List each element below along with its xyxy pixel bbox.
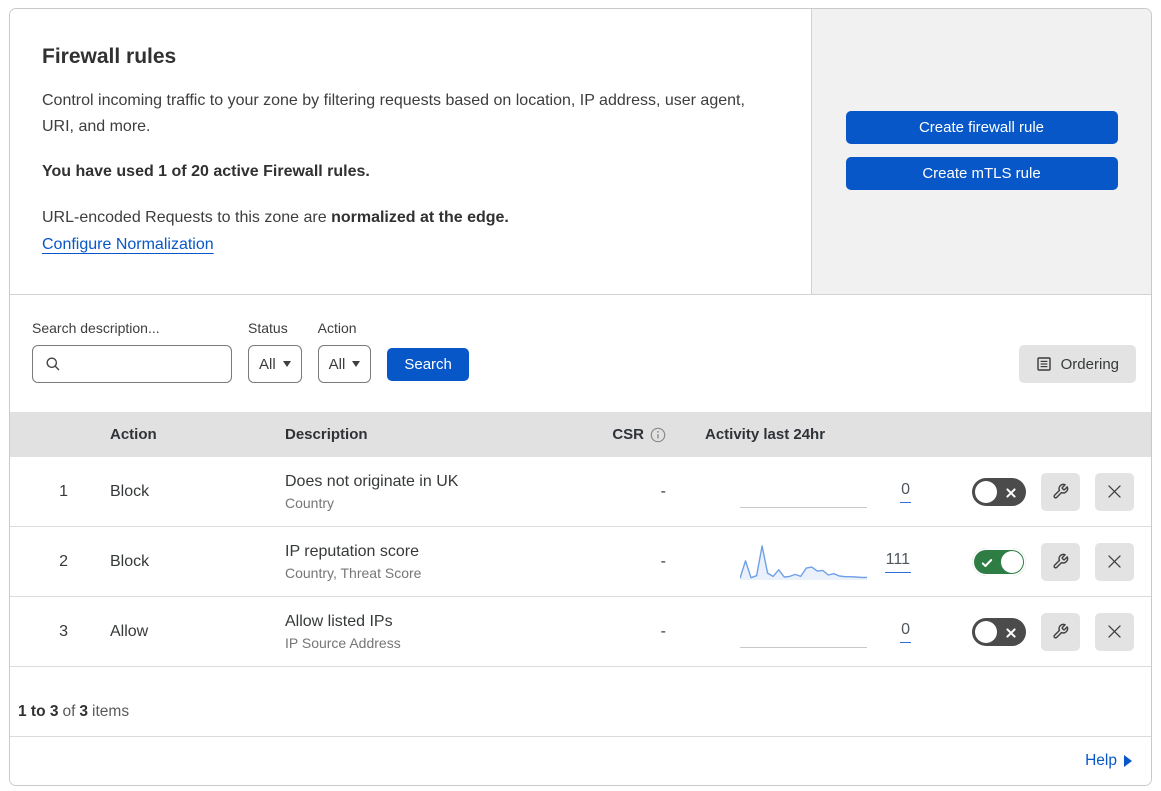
edit-rule-button[interactable] xyxy=(1041,542,1080,581)
activity-sparkline-empty xyxy=(740,472,867,512)
status-dropdown[interactable]: All xyxy=(248,345,302,383)
activity-count-link[interactable]: 0 xyxy=(900,481,911,503)
column-header-activity: Activity last 24hr xyxy=(705,426,826,443)
rule-fields: IP Source Address xyxy=(285,634,401,651)
cross-icon xyxy=(1005,486,1017,504)
toggle-knob xyxy=(1001,550,1023,573)
chevron-down-icon xyxy=(282,361,291,367)
delete-rule-button[interactable] xyxy=(1095,472,1134,511)
activity-count-link[interactable]: 0 xyxy=(900,621,911,643)
toggle-knob xyxy=(975,480,997,503)
column-header-description: Description xyxy=(285,426,368,443)
rule-csr-value: - xyxy=(660,552,666,570)
normalization-bold: normalized at the edge. xyxy=(331,209,509,226)
action-dropdown[interactable]: All xyxy=(317,345,372,383)
column-header-csr: CSR xyxy=(585,426,670,443)
status-filter-group: Status All xyxy=(248,320,302,383)
close-icon xyxy=(1105,552,1124,571)
help-bar: Help xyxy=(10,737,1151,785)
rule-enabled-toggle[interactable] xyxy=(972,477,1026,506)
actions-panel: Create firewall rule Create mTLS rule xyxy=(811,9,1151,294)
activity-sparkline-empty xyxy=(740,612,867,652)
table-row: 2 Block IP reputation score Country, Thr… xyxy=(10,527,1151,597)
rule-enabled-toggle[interactable] xyxy=(972,547,1026,576)
rule-description: Does not originate in UK xyxy=(285,472,459,490)
edit-rule-button[interactable] xyxy=(1041,472,1080,511)
firewall-rules-panel: Firewall rules Control incoming traffic … xyxy=(9,8,1152,786)
wrench-icon xyxy=(1052,623,1069,640)
toggle-knob xyxy=(975,620,997,643)
search-icon xyxy=(45,356,61,372)
cross-icon xyxy=(1005,626,1017,644)
usage-note: You have used 1 of 20 active Firewall ru… xyxy=(42,163,370,180)
help-link-label: Help xyxy=(1085,752,1117,769)
rule-priority: 1 xyxy=(59,482,68,500)
rule-priority: 3 xyxy=(59,622,68,640)
rule-csr-value: - xyxy=(660,482,666,500)
page-title: Firewall rules xyxy=(42,45,177,68)
normalization-note: URL-encoded Requests to this zone are no… xyxy=(42,209,771,227)
info-icon xyxy=(650,427,666,443)
rule-csr-value: - xyxy=(660,622,666,640)
search-button[interactable]: Search xyxy=(387,348,469,381)
status-label: Status xyxy=(248,320,288,336)
rule-action: Allow xyxy=(110,622,149,640)
help-arrow-icon xyxy=(1124,755,1132,767)
search-input[interactable] xyxy=(69,355,221,373)
rule-description: IP reputation score xyxy=(285,542,420,560)
wrench-icon xyxy=(1052,553,1069,570)
activity-count-link[interactable]: 111 xyxy=(884,551,911,573)
create-firewall-rule-button[interactable]: Create firewall rule xyxy=(845,111,1118,144)
column-header-action: Action xyxy=(110,426,157,443)
configure-normalization-link[interactable]: Configure Normalization xyxy=(42,236,214,254)
action-filter-group: Action All xyxy=(317,320,372,383)
page-description: Control incoming traffic to your zone by… xyxy=(42,92,745,135)
action-label: Action xyxy=(317,320,357,336)
rule-action: Block xyxy=(110,482,150,500)
rule-fields: Country, Threat Score xyxy=(285,564,422,581)
delete-rule-button[interactable] xyxy=(1095,542,1134,581)
rule-description: Allow listed IPs xyxy=(285,612,393,630)
rule-enabled-toggle[interactable] xyxy=(972,617,1026,646)
status-dropdown-value: All xyxy=(259,355,276,373)
filter-bar: Search description... Status All Action … xyxy=(10,295,1151,412)
item-range: 1 to 3 xyxy=(18,703,59,720)
ordering-list-icon xyxy=(1036,356,1052,372)
rule-priority: 2 xyxy=(59,552,68,570)
table-row: 3 Allow Allow listed IPs IP Source Addre… xyxy=(10,597,1151,667)
pagination-summary: 1 to 3 of 3 items xyxy=(10,667,1151,737)
intro-section: Firewall rules Control incoming traffic … xyxy=(10,9,1151,295)
table-row: 1 Block Does not originate in UK Country… xyxy=(10,457,1151,527)
rule-fields: Country xyxy=(285,494,335,511)
item-total: 3 xyxy=(79,703,89,720)
close-icon xyxy=(1105,622,1124,641)
action-dropdown-value: All xyxy=(328,355,346,373)
help-link[interactable]: Help xyxy=(1085,752,1132,770)
search-group: Search description... xyxy=(32,320,232,383)
search-button-group: Search xyxy=(387,320,469,381)
search-input-box[interactable] xyxy=(32,345,232,383)
edit-rule-button[interactable] xyxy=(1041,612,1080,651)
normalization-prefix: URL-encoded Requests to this zone are xyxy=(42,209,327,226)
ordering-button[interactable]: Ordering xyxy=(1018,345,1136,383)
intro-text-block: Firewall rules Control incoming traffic … xyxy=(10,9,811,294)
delete-rule-button[interactable] xyxy=(1095,612,1134,651)
ordering-button-label: Ordering xyxy=(1060,355,1119,373)
wrench-icon xyxy=(1052,483,1069,500)
rule-action: Block xyxy=(110,552,150,570)
create-mtls-rule-button[interactable]: Create mTLS rule xyxy=(845,157,1118,190)
activity-sparkline xyxy=(740,542,867,582)
search-label: Search description... xyxy=(32,320,160,336)
table-header-row: Action Description CSR Activity last 24h… xyxy=(10,412,1151,457)
check-icon xyxy=(981,556,993,574)
close-icon xyxy=(1105,482,1124,501)
chevron-down-icon xyxy=(352,361,361,367)
